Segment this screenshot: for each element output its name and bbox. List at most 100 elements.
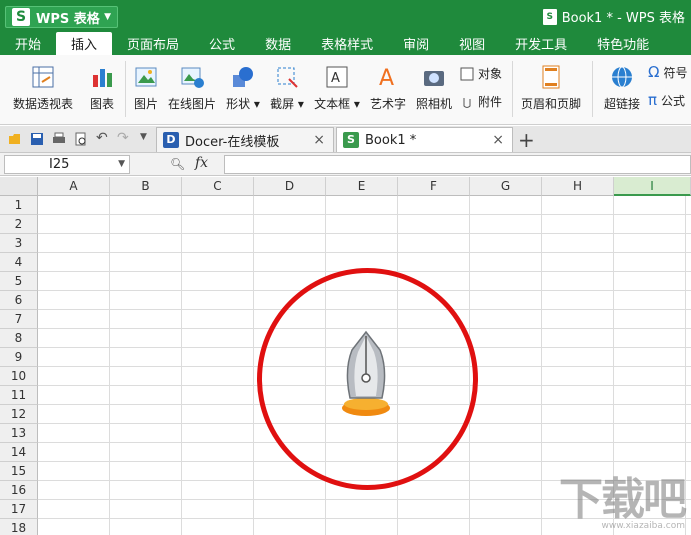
row-header[interactable]: 3: [0, 234, 38, 253]
row-header[interactable]: 18: [0, 519, 38, 535]
camera-button[interactable]: 照相机: [414, 59, 454, 112]
row-header[interactable]: 15: [0, 462, 38, 481]
name-box[interactable]: I25 ▼: [4, 155, 130, 174]
menu-view[interactable]: 视图: [444, 32, 500, 55]
site-watermark: 下载吧 www.xiazaiba.com: [559, 463, 687, 531]
chart-icon: [90, 65, 114, 89]
menu-review[interactable]: 审阅: [388, 32, 444, 55]
row-header[interactable]: 1: [0, 196, 38, 215]
xls-icon: S: [343, 132, 359, 148]
app-menu-button[interactable]: S WPS 表格 ▼: [5, 6, 118, 28]
row-header[interactable]: 9: [0, 348, 38, 367]
col-header-i[interactable]: I: [614, 177, 691, 196]
wordart-icon: A: [376, 65, 400, 91]
hyperlink-button[interactable]: 超链接: [600, 59, 644, 112]
pivot-table-icon: [31, 65, 55, 89]
col-header-a[interactable]: A: [38, 177, 110, 196]
customize-dropdown-icon[interactable]: ▼: [140, 132, 147, 142]
header-footer-icon: [539, 65, 563, 89]
row-header[interactable]: 5: [0, 272, 38, 291]
picture-icon: [134, 65, 158, 89]
row-header[interactable]: 17: [0, 500, 38, 519]
symbol-label: 符号: [663, 65, 688, 80]
fx-icon[interactable]: fx: [195, 155, 208, 171]
print-preview-icon[interactable]: [74, 132, 88, 146]
chevron-down-icon[interactable]: ▼: [118, 156, 125, 173]
new-tab-plus-icon[interactable]: +: [518, 128, 535, 152]
col-header-g[interactable]: G: [470, 177, 542, 196]
menu-bar: 开始 插入 页面布局 公式 数据 表格样式 审阅 视图 开发工具 特色功能: [0, 32, 691, 55]
formula-input[interactable]: [224, 155, 691, 174]
shapes-button[interactable]: 形状 ▾: [224, 59, 262, 112]
redo-icon[interactable]: ↷: [117, 130, 129, 146]
zoom-icon[interactable]: 🔍︎: [170, 157, 185, 171]
ribbon-divider: [125, 61, 126, 117]
row-header[interactable]: 8: [0, 329, 38, 348]
folder-open-icon[interactable]: [8, 132, 22, 146]
menu-developer[interactable]: 开发工具: [500, 32, 582, 55]
tab-label: Docer-在线模板: [185, 134, 280, 150]
col-header-h[interactable]: H: [542, 177, 614, 196]
picture-button[interactable]: 图片: [130, 59, 162, 112]
col-header-f[interactable]: F: [398, 177, 470, 196]
row-header[interactable]: 10: [0, 367, 38, 386]
docer-icon: D: [163, 132, 179, 148]
picture-label: 图片: [133, 97, 158, 111]
menu-formulas[interactable]: 公式: [194, 32, 250, 55]
menu-table-style[interactable]: 表格样式: [306, 32, 388, 55]
row-header[interactable]: 2: [0, 215, 38, 234]
title-bar: S WPS 表格 ▼ S Book1 * - WPS 表格 开始 插入 页面布局…: [0, 0, 691, 55]
symbol-button[interactable]: Ω 符号: [648, 63, 687, 81]
online-picture-button[interactable]: 在线图片: [166, 59, 218, 112]
svg-text:A: A: [379, 66, 394, 89]
object-button[interactable]: 对象: [460, 65, 502, 82]
print-icon[interactable]: [52, 132, 66, 146]
tab-book1[interactable]: S Book1 * ×: [336, 127, 513, 152]
pivot-table-button[interactable]: 数据透视表: [10, 59, 76, 112]
textbox-button[interactable]: A 文本框 ▾: [312, 59, 362, 112]
shapes-label: 形状 ▾: [226, 97, 260, 111]
menu-page-layout[interactable]: 页面布局: [112, 32, 194, 55]
col-header-b[interactable]: B: [110, 177, 182, 196]
pi-icon: π: [648, 91, 658, 109]
window-title: S Book1 * - WPS 表格: [542, 7, 685, 26]
tab-label: Book1 *: [365, 132, 417, 148]
col-header-e[interactable]: E: [326, 177, 398, 196]
col-header-d[interactable]: D: [254, 177, 326, 196]
menu-special[interactable]: 特色功能: [582, 32, 664, 55]
row-header[interactable]: 14: [0, 443, 38, 462]
textbox-label: 文本框 ▾: [314, 97, 360, 111]
chevron-down-icon: ▼: [104, 12, 111, 22]
close-icon[interactable]: ×: [492, 132, 504, 148]
save-icon[interactable]: [30, 132, 44, 146]
ribbon-divider: [512, 61, 513, 117]
wordart-button[interactable]: A 艺术字: [368, 59, 408, 112]
wordart-label: 艺术字: [369, 97, 406, 111]
globe-icon: [610, 65, 634, 89]
header-footer-label: 页眉和页脚: [520, 97, 581, 111]
online-picture-icon: [180, 65, 204, 89]
undo-icon[interactable]: ↶: [96, 130, 108, 146]
ribbon-divider: [592, 61, 593, 117]
camera-icon: [422, 65, 446, 89]
chart-button[interactable]: 图表: [86, 59, 118, 112]
col-header-c[interactable]: C: [182, 177, 254, 196]
formula-button[interactable]: π 公式: [648, 91, 685, 109]
row-header[interactable]: 11: [0, 386, 38, 405]
row-header[interactable]: 6: [0, 291, 38, 310]
menu-data[interactable]: 数据: [250, 32, 306, 55]
row-header[interactable]: 16: [0, 481, 38, 500]
header-footer-button[interactable]: 页眉和页脚: [518, 59, 584, 112]
row-header[interactable]: 13: [0, 424, 38, 443]
tab-docer[interactable]: D Docer-在线模板 ×: [156, 127, 334, 152]
attachment-button[interactable]: 附件: [460, 93, 502, 110]
select-all-corner[interactable]: [0, 177, 38, 196]
menu-insert[interactable]: 插入: [56, 32, 113, 55]
quick-access-bar: ↶ ↷ ▼ D Docer-在线模板 × S Book1 * × +: [0, 126, 691, 153]
screenshot-button[interactable]: 截屏 ▾: [268, 59, 306, 112]
row-header[interactable]: 12: [0, 405, 38, 424]
menu-home[interactable]: 开始: [0, 32, 56, 55]
row-header[interactable]: 4: [0, 253, 38, 272]
close-icon[interactable]: ×: [313, 132, 325, 148]
row-header[interactable]: 7: [0, 310, 38, 329]
